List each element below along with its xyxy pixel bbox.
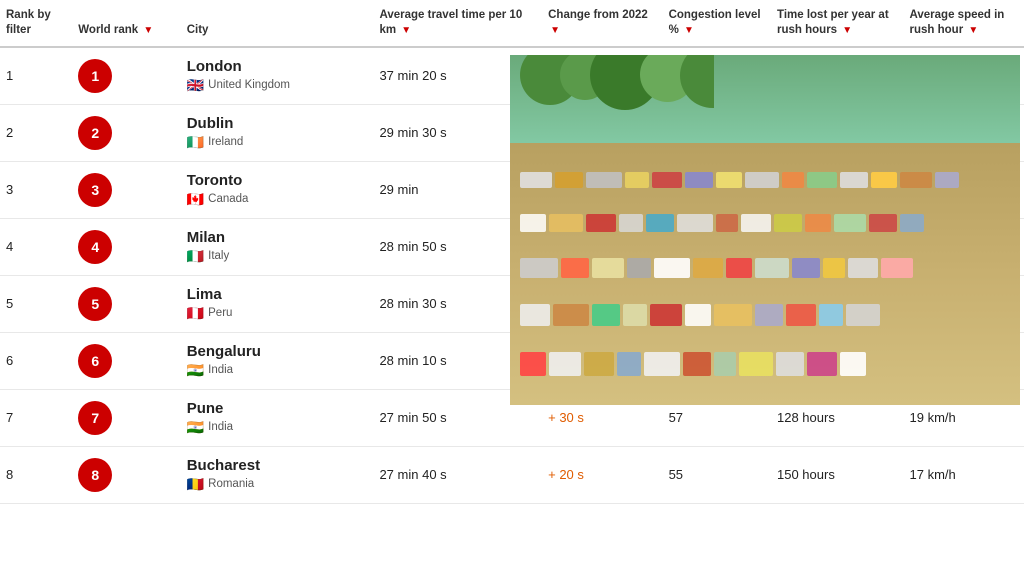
country-name: Canada: [208, 193, 248, 205]
header-congestion: Congestion level % ▼: [663, 0, 771, 47]
rank-filter-cell: 1: [0, 47, 72, 105]
country-info: 🇵🇪 Peru: [187, 305, 368, 322]
country-name: India: [208, 364, 233, 376]
sort-arrow-avg-travel[interactable]: ▼: [401, 24, 411, 37]
rank-badge: 3: [78, 173, 112, 207]
country-info: 🇮🇳 India: [187, 419, 368, 436]
city-cell: Dublin 🇮🇪 Ireland: [181, 104, 374, 161]
country-flag: 🇵🇪: [187, 305, 204, 322]
city-cell: Bucharest 🇷🇴 Romania: [181, 446, 374, 503]
sort-arrow-world-rank[interactable]: ▼: [143, 24, 153, 37]
change-cell: + 20 s: [542, 446, 662, 503]
header-world-rank: World rank ▼: [72, 0, 180, 47]
city-name: Bucharest: [187, 457, 368, 474]
city-cell: Toronto 🇨🇦 Canada: [181, 161, 374, 218]
congestion-cell: 55: [663, 446, 771, 503]
change-value: + 20 s: [548, 467, 584, 482]
country-flag: 🇮🇪: [187, 134, 204, 151]
world-rank-cell: 2: [72, 104, 180, 161]
rank-badge: 6: [78, 344, 112, 378]
city-name: Lima: [187, 286, 368, 303]
traffic-scene: [510, 55, 1020, 405]
rank-filter-cell: 6: [0, 332, 72, 389]
rank-filter-cell: 3: [0, 161, 72, 218]
rank-filter-cell: 2: [0, 104, 72, 161]
country-flag: 🇷🇴: [187, 476, 204, 493]
country-info: 🇨🇦 Canada: [187, 191, 368, 208]
sort-arrow-congestion[interactable]: ▼: [684, 24, 694, 37]
change-value: + 30 s: [548, 410, 584, 425]
world-rank-cell: 5: [72, 275, 180, 332]
country-flag: 🇮🇳: [187, 362, 204, 379]
header-rank-filter: Rank by filter: [0, 0, 72, 47]
city-cell: Milan 🇮🇹 Italy: [181, 218, 374, 275]
country-info: 🇬🇧 United Kingdom: [187, 77, 368, 94]
country-name: Romania: [208, 478, 254, 490]
city-name: London: [187, 58, 368, 75]
country-info: 🇮🇹 Italy: [187, 248, 368, 265]
country-name: India: [208, 421, 233, 433]
country-flag: 🇬🇧: [187, 77, 204, 94]
header-change-from: Change from 2022 ▼: [542, 0, 662, 47]
main-container: Rank by filter World rank ▼ City Average…: [0, 0, 1024, 504]
world-rank-cell: 4: [72, 218, 180, 275]
world-rank-cell: 3: [72, 161, 180, 218]
city-name: Milan: [187, 229, 368, 246]
table-row: 88 Bucharest 🇷🇴 Romania 27 min 40 s + 20 …: [0, 446, 1024, 503]
country-name: Italy: [208, 250, 229, 262]
avg-travel-cell: 27 min 40 s: [373, 446, 542, 503]
country-flag: 🇮🇳: [187, 419, 204, 436]
rank-badge: 1: [78, 59, 112, 93]
sort-arrow-time-lost[interactable]: ▼: [842, 24, 852, 37]
rank-badge: 8: [78, 458, 112, 492]
rank-filter-cell: 7: [0, 389, 72, 446]
city-cell: Pune 🇮🇳 India: [181, 389, 374, 446]
header-time-lost: Time lost per year at rush hours ▼: [771, 0, 904, 47]
country-name: Peru: [208, 307, 232, 319]
city-cell: London 🇬🇧 United Kingdom: [181, 47, 374, 105]
rank-filter-cell: 4: [0, 218, 72, 275]
world-rank-cell: 7: [72, 389, 180, 446]
avg-speed-cell: 17 km/h: [904, 446, 1024, 503]
rank-badge: 2: [78, 116, 112, 150]
country-info: 🇮🇪 Ireland: [187, 134, 368, 151]
sort-arrow-avg-speed[interactable]: ▼: [968, 24, 978, 37]
city-name: Toronto: [187, 172, 368, 189]
time-lost-cell: 150 hours: [771, 446, 904, 503]
world-rank-cell: 6: [72, 332, 180, 389]
rank-filter-cell: 8: [0, 446, 72, 503]
sort-arrow-change[interactable]: ▼: [550, 24, 560, 37]
country-name: Ireland: [208, 136, 243, 148]
city-name: Pune: [187, 400, 368, 417]
country-info: 🇮🇳 India: [187, 362, 368, 379]
country-flag: 🇮🇹: [187, 248, 204, 265]
rank-badge: 5: [78, 287, 112, 321]
city-cell: Lima 🇵🇪 Peru: [181, 275, 374, 332]
country-flag: 🇨🇦: [187, 191, 204, 208]
city-cell: Bengaluru 🇮🇳 India: [181, 332, 374, 389]
world-rank-cell: 1: [72, 47, 180, 105]
rank-filter-cell: 5: [0, 275, 72, 332]
header-avg-travel: Average travel time per 10 km ▼: [373, 0, 542, 47]
traffic-image-overlay: [510, 55, 1020, 405]
header-city: City: [181, 0, 374, 47]
country-info: 🇷🇴 Romania: [187, 476, 368, 493]
city-name: Bengaluru: [187, 343, 368, 360]
header-avg-speed: Average speed in rush hour ▼: [904, 0, 1024, 47]
city-name: Dublin: [187, 115, 368, 132]
rank-badge: 7: [78, 401, 112, 435]
world-rank-cell: 8: [72, 446, 180, 503]
rank-badge: 4: [78, 230, 112, 264]
country-name: United Kingdom: [208, 79, 290, 91]
